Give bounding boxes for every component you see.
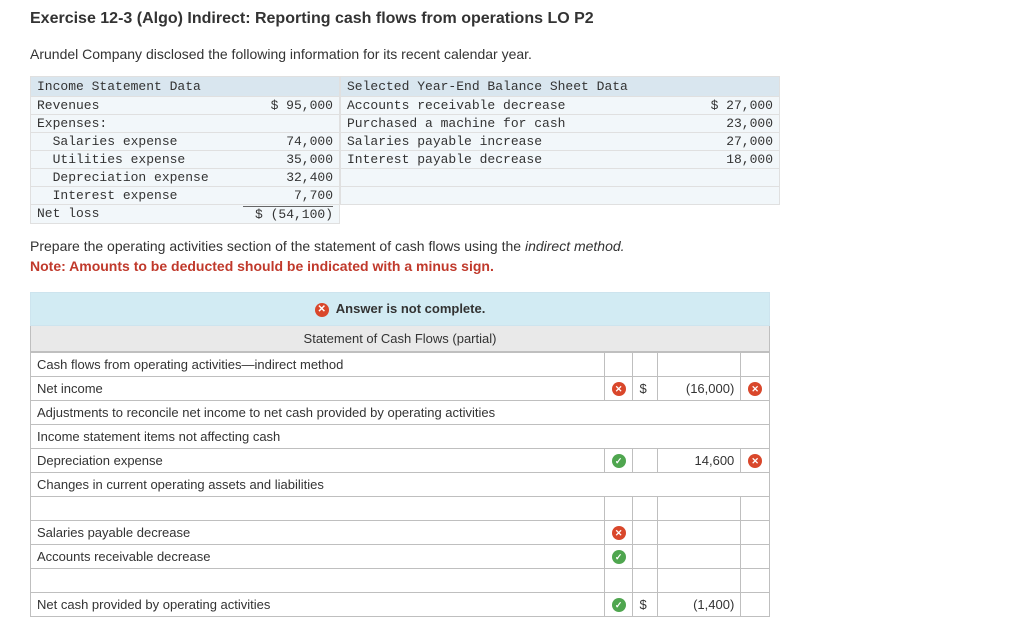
table-row: Accounts receivable decrease$ 27,000 (340, 97, 780, 115)
table-row: Accounts receivable decrease ✓ (31, 544, 770, 568)
mark-cell: ✕ (604, 376, 633, 400)
mark-cell: ✓ (604, 544, 633, 568)
check-icon: ✓ (612, 454, 626, 468)
x-icon: ✕ (612, 382, 626, 396)
currency-cell (633, 568, 657, 592)
table-row (31, 496, 770, 520)
table-row: Salaries payable increase27,000 (340, 133, 780, 151)
table-row: Cash flows from operating activities—ind… (31, 352, 770, 376)
check-icon: ✓ (612, 598, 626, 612)
statement-header: Statement of Cash Flows (partial) (30, 326, 770, 352)
desc-cell: Changes in current operating assets and … (31, 472, 770, 496)
table-row: Revenues$ 95,000 (30, 97, 340, 115)
worksheet-table: Cash flows from operating activities—ind… (30, 352, 770, 617)
currency-cell (633, 520, 657, 544)
table-row: Interest payable decrease18,000 (340, 151, 780, 169)
desc-cell: Income statement items not affecting cas… (31, 424, 770, 448)
exercise-title: Exercise 12-3 (Algo) Indirect: Reporting… (30, 10, 994, 28)
intro-text: Arundel Company disclosed the following … (30, 46, 994, 62)
desc-cell[interactable]: Net income (31, 376, 605, 400)
mark-cell: ✓ (604, 592, 633, 616)
desc-cell: Net cash provided by operating activitie… (31, 592, 605, 616)
value-mark-cell (741, 352, 770, 376)
table-row (340, 169, 780, 187)
value-cell[interactable] (657, 568, 741, 592)
value-cell[interactable] (657, 544, 741, 568)
value-cell[interactable]: (16,000) (657, 376, 741, 400)
desc-cell[interactable]: Salaries payable decrease (31, 520, 605, 544)
value-mark-cell (741, 568, 770, 592)
table-row: Depreciation expense32,400 (30, 169, 340, 187)
value-mark-cell (741, 544, 770, 568)
balance-sheet-column: Selected Year-End Balance Sheet Data Acc… (340, 76, 780, 224)
mark-cell (604, 352, 633, 376)
desc-cell[interactable] (31, 568, 605, 592)
currency-cell (633, 352, 657, 376)
currency-cell (633, 544, 657, 568)
table-row: Salaries expense74,000 (30, 133, 340, 151)
value-mark-cell (741, 520, 770, 544)
table-row: Purchased a machine for cash23,000 (340, 115, 780, 133)
table-row (31, 568, 770, 592)
table-row: Depreciation expense ✓ 14,600 ✕ (31, 448, 770, 472)
mark-cell (604, 496, 633, 520)
desc-cell: Adjustments to reconcile net income to n… (31, 400, 770, 424)
x-icon: ✕ (612, 526, 626, 540)
table-row: Utilities expense35,000 (30, 151, 340, 169)
value-cell[interactable]: 14,600 (657, 448, 741, 472)
answer-block: ✕ Answer is not complete. Statement of C… (30, 292, 770, 617)
mark-cell: ✕ (604, 520, 633, 544)
table-row: Adjustments to reconcile net income to n… (31, 400, 770, 424)
x-icon: ✕ (748, 382, 762, 396)
note-text: Note: Amounts to be deducted should be i… (30, 258, 994, 274)
mark-cell: ✓ (604, 448, 633, 472)
value-mark-cell (741, 592, 770, 616)
instruction-text: Prepare the operating activities section… (30, 238, 994, 254)
currency-cell (633, 448, 657, 472)
mark-cell (604, 568, 633, 592)
x-icon: ✕ (315, 303, 329, 317)
table-row: Changes in current operating assets and … (31, 472, 770, 496)
value-cell: (1,400) (657, 592, 741, 616)
desc-cell[interactable]: Cash flows from operating activities—ind… (31, 352, 605, 376)
data-tables-container: Income Statement Data Revenues$ 95,000 E… (30, 76, 994, 224)
income-statement-header: Income Statement Data (30, 76, 340, 97)
table-row: Expenses: (30, 115, 340, 133)
table-row: Net cash provided by operating activitie… (31, 592, 770, 616)
currency-cell: $ (633, 376, 657, 400)
value-cell[interactable] (657, 352, 741, 376)
answer-status-text: Answer is not complete. (336, 301, 486, 316)
value-mark-cell: ✕ (741, 376, 770, 400)
currency-cell: $ (633, 592, 657, 616)
balance-sheet-header: Selected Year-End Balance Sheet Data (340, 76, 780, 97)
x-icon: ✕ (748, 454, 762, 468)
value-mark-cell (741, 496, 770, 520)
desc-cell[interactable]: Depreciation expense (31, 448, 605, 472)
value-cell[interactable] (657, 496, 741, 520)
value-mark-cell: ✕ (741, 448, 770, 472)
desc-cell[interactable]: Accounts receivable decrease (31, 544, 605, 568)
desc-cell[interactable] (31, 496, 605, 520)
net-loss-row: Net loss$ (54,100) (30, 205, 340, 224)
table-row (340, 187, 780, 205)
currency-cell (633, 496, 657, 520)
value-cell[interactable] (657, 520, 741, 544)
table-row: Interest expense7,700 (30, 187, 340, 205)
check-icon: ✓ (612, 550, 626, 564)
table-row: Salaries payable decrease ✕ (31, 520, 770, 544)
answer-status-banner: ✕ Answer is not complete. (30, 292, 770, 326)
table-row: Income statement items not affecting cas… (31, 424, 770, 448)
income-statement-column: Income Statement Data Revenues$ 95,000 E… (30, 76, 340, 224)
table-row: Net income ✕ $ (16,000) ✕ (31, 376, 770, 400)
